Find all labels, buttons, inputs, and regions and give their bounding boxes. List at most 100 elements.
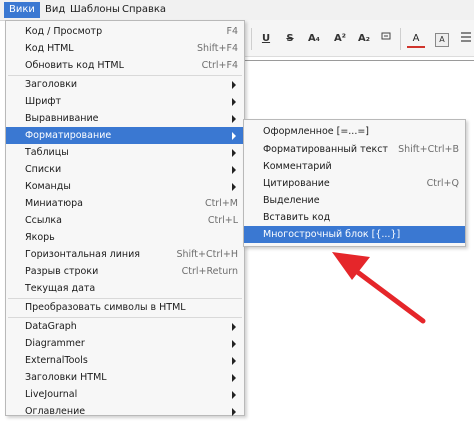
menu-item-label: Форматирование: [25, 130, 112, 141]
menubar: Вики Вид Шаблоны Справка: [0, 0, 474, 21]
menu-item-label: Таблицы: [25, 147, 69, 158]
submenu-item-styled[interactable]: Оформленное [=...=]: [244, 123, 465, 140]
menu-item-alignment[interactable]: Выравнивание: [6, 110, 244, 127]
submenu-item-comment[interactable]: Комментарий: [244, 158, 465, 175]
subscript-button[interactable]: A₂: [355, 30, 373, 48]
submenu-arrow-icon: [232, 98, 236, 106]
menu-item-formatting[interactable]: Форматирование: [6, 127, 244, 144]
menu-item-label: Шрифт: [25, 96, 62, 107]
submenu-item-label: Многострочный блок [{...}]: [263, 229, 401, 240]
submenu-arrow-icon: [232, 374, 236, 382]
menu-item-headings[interactable]: Заголовки: [6, 76, 244, 93]
submenu-item-label: Цитирование: [263, 178, 330, 189]
menu-item-externaltools[interactable]: ExternalTools: [6, 352, 244, 369]
submenu-arrow-icon: [232, 323, 236, 331]
menu-help[interactable]: Справка: [117, 2, 171, 18]
menu-item-datagraph[interactable]: DataGraph: [6, 318, 244, 335]
menu-item-shortcut: F4: [226, 26, 238, 37]
submenu-item-shortcut: Shift+Ctrl+B: [398, 144, 459, 155]
menu-item-link[interactable]: Ссылка Ctrl+L: [6, 212, 244, 229]
font-size-button[interactable]: A₄: [305, 30, 323, 48]
menu-item-label: Обновить код HTML: [25, 60, 124, 71]
menu-item-convert-html[interactable]: Преобразовать символы в HTML: [6, 299, 244, 316]
toolbar-separator: [400, 28, 401, 50]
menu-item-shortcut: Ctrl+M: [204, 198, 238, 209]
submenu-item-multiline-block[interactable]: Многострочный блок [{...}]: [244, 226, 465, 243]
wiki-menu-dropdown: Код / Просмотр F4 Код HTML Shift+F4 Обно…: [5, 20, 245, 417]
submenu-item-preformatted[interactable]: Форматированный текст Shift+Ctrl+B: [244, 141, 465, 158]
toolbar-more-button[interactable]: [457, 30, 474, 48]
submenu-arrow-icon: [232, 340, 236, 348]
submenu-arrow-icon: [232, 132, 236, 140]
menu-item-label: Заголовки: [25, 79, 78, 90]
menu-item-label: Выравнивание: [25, 113, 99, 124]
submenu-item-emphasis[interactable]: Выделение: [244, 192, 465, 209]
menu-item-label: Преобразовать символы в HTML: [25, 302, 186, 313]
menu-item-label: ExternalTools: [25, 355, 88, 366]
submenu-arrow-icon: [232, 183, 236, 191]
submenu-item-quote[interactable]: Цитирование Ctrl+Q: [244, 175, 465, 192]
menu-item-label: Команды: [25, 181, 71, 192]
menu-item-code-preview[interactable]: Код / Просмотр F4: [6, 23, 244, 40]
submenu-item-insert-code[interactable]: Вставить код: [244, 209, 465, 226]
formatting-submenu: Оформленное [=...=] Форматированный текс…: [243, 119, 466, 247]
menu-item-label: Якорь: [25, 232, 55, 243]
format-icon: [381, 32, 391, 40]
menu-item-label: Списки: [25, 164, 62, 175]
list-icon: [461, 32, 471, 42]
menu-item-font[interactable]: Шрифт: [6, 93, 244, 110]
submenu-item-label: Комментарий: [263, 161, 332, 172]
menu-item-label: Горизонтальная линия: [25, 249, 141, 260]
menu-item-lists[interactable]: Списки: [6, 161, 244, 178]
menu-item-table-of-contents[interactable]: Оглавление: [6, 403, 244, 420]
menu-item-shortcut: Ctrl+Return: [181, 266, 238, 277]
submenu-arrow-icon: [232, 149, 236, 157]
submenu-arrow-icon: [232, 81, 236, 89]
submenu-arrow-icon: [232, 166, 236, 174]
menu-item-label: Оглавление: [25, 406, 86, 417]
underline-button[interactable]: U: [257, 30, 275, 48]
menu-item-html-headings[interactable]: Заголовки HTML: [6, 369, 244, 386]
highlight-color-button[interactable]: A: [435, 33, 449, 47]
superscript-button[interactable]: A²: [331, 30, 349, 48]
menu-item-diagrammer[interactable]: Diagrammer: [6, 335, 244, 352]
menu-item-commands[interactable]: Команды: [6, 178, 244, 195]
submenu-item-shortcut: Ctrl+Q: [426, 178, 459, 189]
menu-item-refresh-html[interactable]: Обновить код HTML Ctrl+F4: [6, 57, 244, 74]
menu-item-label: Миниатюра: [25, 198, 83, 209]
menu-item-label: Ссылка: [25, 215, 62, 226]
toolbar-separator: [251, 28, 252, 50]
submenu-item-label: Вставить код: [263, 212, 331, 223]
menu-item-livejournal[interactable]: LiveJournal: [6, 386, 244, 403]
formatting-toolbar: U S A₄ A² A₂ A A: [245, 20, 474, 57]
submenu-arrow-icon: [232, 357, 236, 365]
editor-border: [245, 60, 474, 61]
menu-item-current-date[interactable]: Текущая дата: [6, 280, 244, 297]
format-button[interactable]: [377, 30, 395, 48]
submenu-item-label: Форматированный текст: [263, 144, 388, 155]
strikethrough-button[interactable]: S: [281, 30, 299, 48]
menu-item-label: Код HTML: [25, 43, 74, 54]
menu-item-shortcut: Ctrl+F4: [201, 60, 238, 71]
menu-item-label: Diagrammer: [25, 338, 85, 349]
menu-item-anchor[interactable]: Якорь: [6, 229, 244, 246]
menu-item-html-code[interactable]: Код HTML Shift+F4: [6, 40, 244, 57]
menu-item-label: Код / Просмотр: [25, 26, 103, 37]
menu-item-horizontal-line[interactable]: Горизонтальная линия Shift+Ctrl+H: [6, 246, 244, 263]
menu-item-line-break[interactable]: Разрыв строки Ctrl+Return: [6, 263, 244, 280]
text-color-button[interactable]: A: [407, 32, 425, 48]
menu-wiki[interactable]: Вики: [4, 2, 40, 18]
submenu-item-label: Выделение: [263, 195, 320, 206]
menu-item-label: Разрыв строки: [25, 266, 99, 277]
menu-templates[interactable]: Шаблоны: [65, 2, 125, 18]
submenu-arrow-icon: [232, 391, 236, 399]
menu-item-label: DataGraph: [25, 321, 77, 332]
menu-item-shortcut: Shift+Ctrl+H: [176, 249, 238, 260]
menu-item-tables[interactable]: Таблицы: [6, 144, 244, 161]
menu-item-thumbnail[interactable]: Миниатюра Ctrl+M: [6, 195, 244, 212]
submenu-arrow-icon: [232, 408, 236, 416]
menu-item-shortcut: Shift+F4: [196, 43, 238, 54]
menu-item-label: LiveJournal: [25, 389, 78, 400]
menu-item-label: Заголовки HTML: [25, 372, 107, 383]
menu-item-label: Текущая дата: [25, 283, 96, 294]
